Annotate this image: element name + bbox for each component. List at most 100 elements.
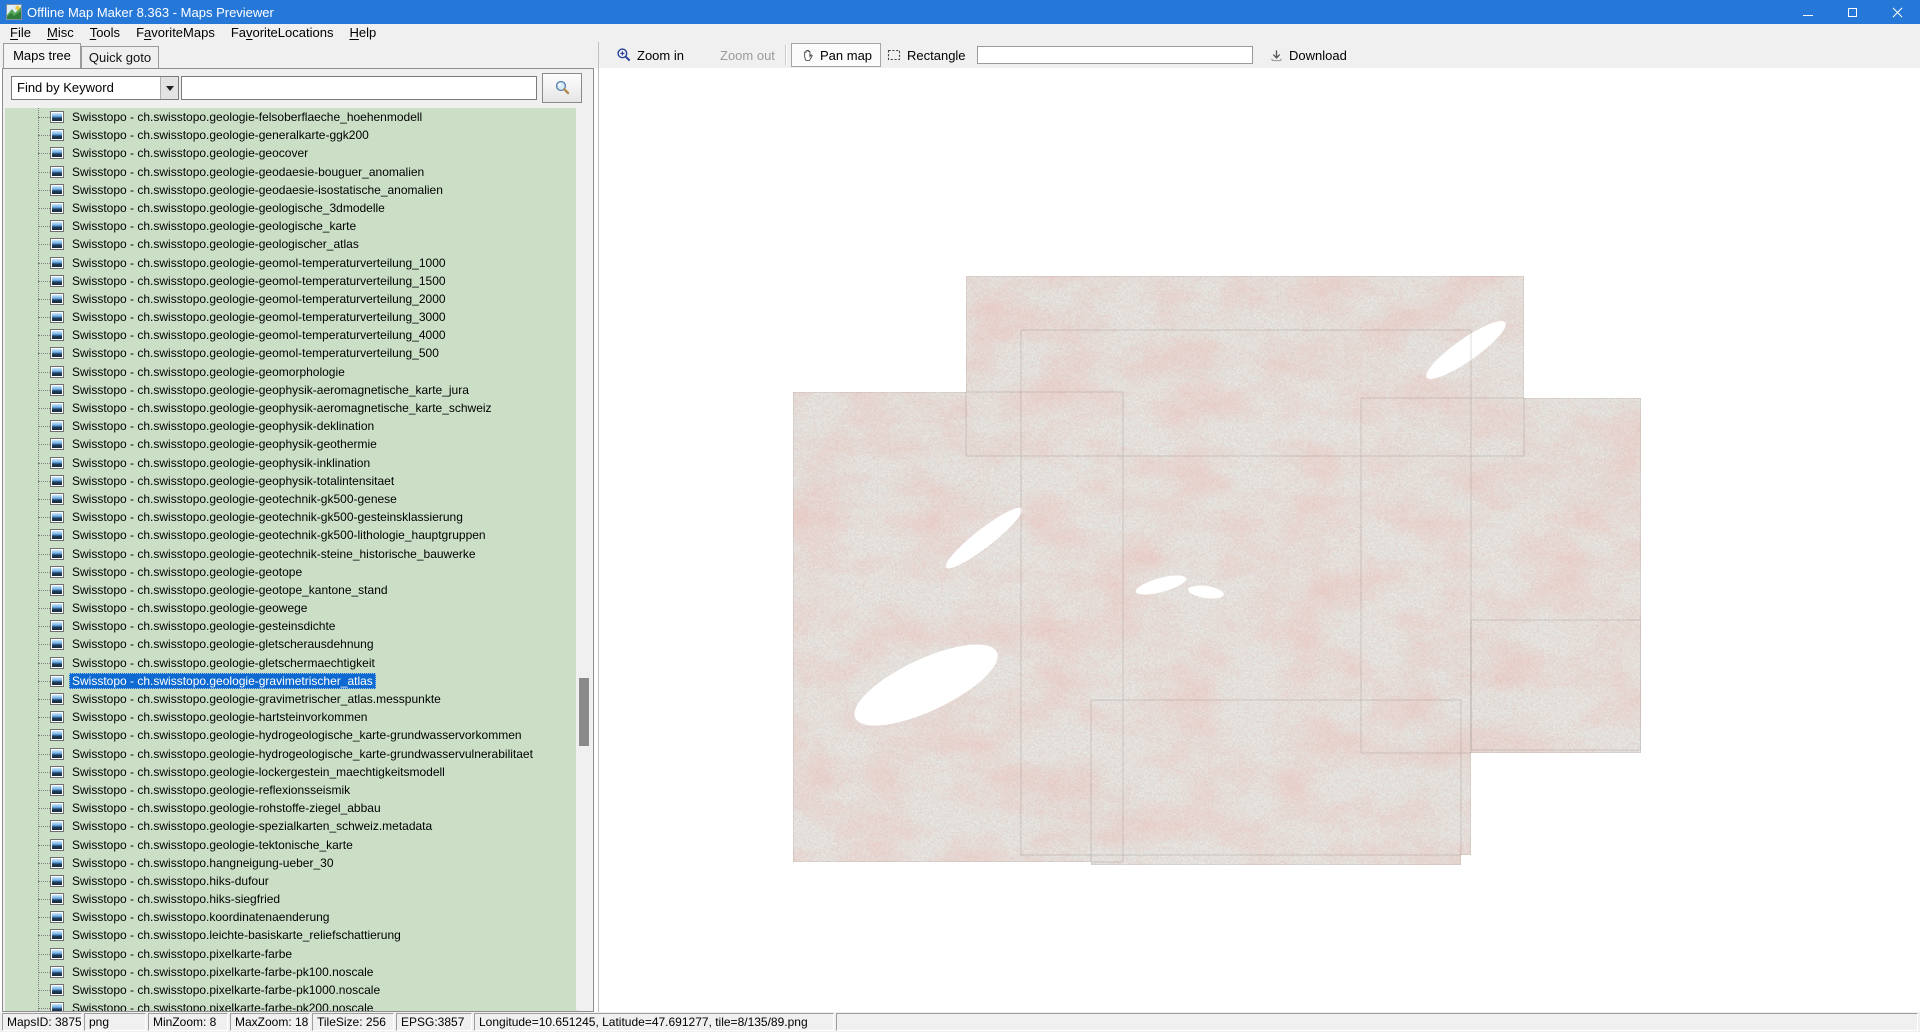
tree-item[interactable]: Swisstopo - ch.swisstopo.hiks-siegfried [5, 890, 577, 908]
search-input[interactable] [181, 76, 537, 100]
menu-favoritemaps[interactable]: FavoriteMaps [128, 24, 223, 42]
tree-item[interactable]: Swisstopo - ch.swisstopo.geologie-geotec… [5, 490, 577, 508]
map-layer-icon [50, 184, 64, 196]
tree-connector [38, 244, 50, 245]
tree-item[interactable]: Swisstopo - ch.swisstopo.geologie-felsob… [5, 108, 577, 126]
tree-item[interactable]: Swisstopo - ch.swisstopo.geologie-geomol… [5, 326, 577, 344]
tree-item[interactable]: Swisstopo - ch.swisstopo.hiks-dufour [5, 872, 577, 890]
menu-favoritelocations[interactable]: FavoriteLocations [223, 24, 342, 42]
tree-item[interactable]: Swisstopo - ch.swisstopo.geologie-geophy… [5, 435, 577, 453]
menu-file[interactable]: File [2, 24, 39, 42]
search-button[interactable] [542, 73, 582, 103]
tree-item[interactable]: Swisstopo - ch.swisstopo.geologie-geophy… [5, 399, 577, 417]
tree-item[interactable]: Swisstopo - ch.swisstopo.geologie-gravim… [5, 690, 577, 708]
tree-connector [38, 899, 50, 900]
map-layer-icon [50, 438, 64, 450]
tree-item[interactable]: Swisstopo - ch.swisstopo.geologie-geophy… [5, 472, 577, 490]
tree-item[interactable]: Swisstopo - ch.swisstopo.geologie-geoweg… [5, 599, 577, 617]
tab-maps-tree[interactable]: Maps tree [3, 43, 81, 68]
tree-item[interactable]: Swisstopo - ch.swisstopo.geologie-geophy… [5, 417, 577, 435]
tree-item[interactable]: Swisstopo - ch.swisstopo.pixelkarte-farb… [5, 981, 577, 999]
tree-item[interactable]: Swisstopo - ch.swisstopo.geologie-geolog… [5, 199, 577, 217]
tree-connector [38, 808, 50, 809]
tree-item[interactable]: Swisstopo - ch.swisstopo.geologie-gletsc… [5, 635, 577, 653]
tree-item[interactable]: Swisstopo - ch.swisstopo.geologie-geophy… [5, 381, 577, 399]
app-icon [6, 4, 22, 20]
close-button[interactable] [1875, 0, 1920, 24]
menu-misc[interactable]: Misc [39, 24, 82, 42]
tree-item[interactable]: Swisstopo - ch.swisstopo.leichte-basiska… [5, 926, 577, 944]
tree-item[interactable]: Swisstopo - ch.swisstopo.geologie-geomol… [5, 254, 577, 272]
rectangle-button[interactable]: Rectangle [886, 42, 966, 68]
download-button[interactable]: Download [1269, 42, 1347, 68]
find-mode-select[interactable]: Find by Keyword [11, 76, 179, 100]
tree-connector [38, 117, 50, 118]
tree-item-label: Swisstopo - ch.swisstopo.geologie-geomor… [69, 364, 348, 380]
map-layer-icon [50, 820, 64, 832]
tree-item[interactable]: Swisstopo - ch.swisstopo.geologie-geotec… [5, 545, 577, 563]
tree-item[interactable]: Swisstopo - ch.swisstopo.geologie-hydrog… [5, 726, 577, 744]
map-layer-icon [50, 748, 64, 760]
tree-item[interactable]: Swisstopo - ch.swisstopo.geologie-geophy… [5, 454, 577, 472]
pan-map-button[interactable]: Pan map [791, 43, 881, 67]
map-layer-icon [50, 457, 64, 469]
zoom-in-button[interactable]: Zoom in [616, 42, 684, 68]
combo-dropdown-button[interactable] [160, 77, 178, 99]
status-bar: MapsID: 3875pngMinZoom: 8MaxZoom: 18Tile… [0, 1012, 1920, 1032]
tree-item[interactable]: Swisstopo - ch.swisstopo.pixelkarte-farb… [5, 999, 577, 1011]
chevron-down-icon [166, 86, 174, 91]
tree-connector [38, 863, 50, 864]
tab-quick-goto[interactable]: Quick goto [81, 46, 159, 68]
tree-scrollbar-thumb[interactable] [579, 678, 589, 746]
tree-item[interactable]: Swisstopo - ch.swisstopo.geologie-gletsc… [5, 654, 577, 672]
tree-item[interactable]: Swisstopo - ch.swisstopo.geologie-spezia… [5, 817, 577, 835]
tree-item[interactable]: Swisstopo - ch.swisstopo.geologie-tekton… [5, 836, 577, 854]
menu-help[interactable]: Help [341, 24, 384, 42]
tree-item[interactable]: Swisstopo - ch.swisstopo.hangneigung-ueb… [5, 854, 577, 872]
map-layer-icon [50, 529, 64, 541]
tree-item[interactable]: Swisstopo - ch.swisstopo.geologie-geomol… [5, 344, 577, 362]
tree-item[interactable]: Swisstopo - ch.swisstopo.pixelkarte-farb… [5, 963, 577, 981]
tree-item[interactable]: Swisstopo - ch.swisstopo.geologie-geomol… [5, 272, 577, 290]
tree-item[interactable]: Swisstopo - ch.swisstopo.geologie-geolog… [5, 217, 577, 235]
tree-item[interactable]: Swisstopo - ch.swisstopo.geologie-geomor… [5, 363, 577, 381]
tree-item[interactable]: Swisstopo - ch.swisstopo.geologie-geodae… [5, 163, 577, 181]
tree-item[interactable]: Swisstopo - ch.swisstopo.geologie-reflex… [5, 781, 577, 799]
tree-item[interactable]: Swisstopo - ch.swisstopo.geologie-geomol… [5, 290, 577, 308]
tree-item[interactable]: Swisstopo - ch.swisstopo.geologie-geodae… [5, 181, 577, 199]
tree-item[interactable]: Swisstopo - ch.swisstopo.geologie-genera… [5, 126, 577, 144]
tree-scrollbar[interactable] [576, 108, 592, 1010]
tree-connector [38, 917, 50, 918]
tree-connector [38, 463, 50, 464]
tree-item-label: Swisstopo - ch.swisstopo.geologie-geotec… [69, 509, 466, 525]
map-viewport[interactable] [599, 68, 1920, 1012]
tree-item[interactable]: Swisstopo - ch.swisstopo.geologie-geolog… [5, 235, 577, 253]
tree-item[interactable]: Swisstopo - ch.swisstopo.geologie-geotop… [5, 581, 577, 599]
tree-item[interactable]: Swisstopo - ch.swisstopo.geologie-hartst… [5, 708, 577, 726]
tree-item[interactable]: Swisstopo - ch.swisstopo.geologie-hydrog… [5, 745, 577, 763]
tree-item-label: Swisstopo - ch.swisstopo.geologie-geomol… [69, 273, 449, 289]
tree-item[interactable]: Swisstopo - ch.swisstopo.geologie-locker… [5, 763, 577, 781]
map-layer-icon [50, 275, 64, 287]
maximize-button[interactable] [1830, 0, 1875, 24]
tree-item[interactable]: Swisstopo - ch.swisstopo.geologie-rohsto… [5, 799, 577, 817]
toolbar-input[interactable] [977, 46, 1253, 64]
menu-tools[interactable]: Tools [82, 24, 128, 42]
zoom-out-button[interactable]: Zoom out [720, 42, 775, 68]
tree-item[interactable]: Swisstopo - ch.swisstopo.geologie-geocov… [5, 144, 577, 162]
tree-item[interactable]: Swisstopo - ch.swisstopo.geologie-geotec… [5, 526, 577, 544]
tree-item[interactable]: Swisstopo - ch.swisstopo.geologie-gravim… [5, 672, 577, 690]
tree-connector [38, 335, 50, 336]
tree-item[interactable]: Swisstopo - ch.swisstopo.geologie-geotop… [5, 563, 577, 581]
toolbar-separator [785, 45, 786, 65]
tree-item[interactable]: Swisstopo - ch.swisstopo.geologie-geomol… [5, 308, 577, 326]
tree-connector [38, 881, 50, 882]
minimize-button[interactable] [1785, 0, 1830, 24]
tree-item[interactable]: Swisstopo - ch.swisstopo.geologie-gestei… [5, 617, 577, 635]
download-label: Download [1289, 48, 1347, 63]
tree-item[interactable]: Swisstopo - ch.swisstopo.pixelkarte-farb… [5, 945, 577, 963]
tree-item[interactable]: Swisstopo - ch.swisstopo.geologie-geotec… [5, 508, 577, 526]
map-layer-icon [50, 293, 64, 305]
tree-item-label: Swisstopo - ch.swisstopo.hiks-dufour [69, 873, 272, 889]
tree-item[interactable]: Swisstopo - ch.swisstopo.koordinatenaend… [5, 908, 577, 926]
